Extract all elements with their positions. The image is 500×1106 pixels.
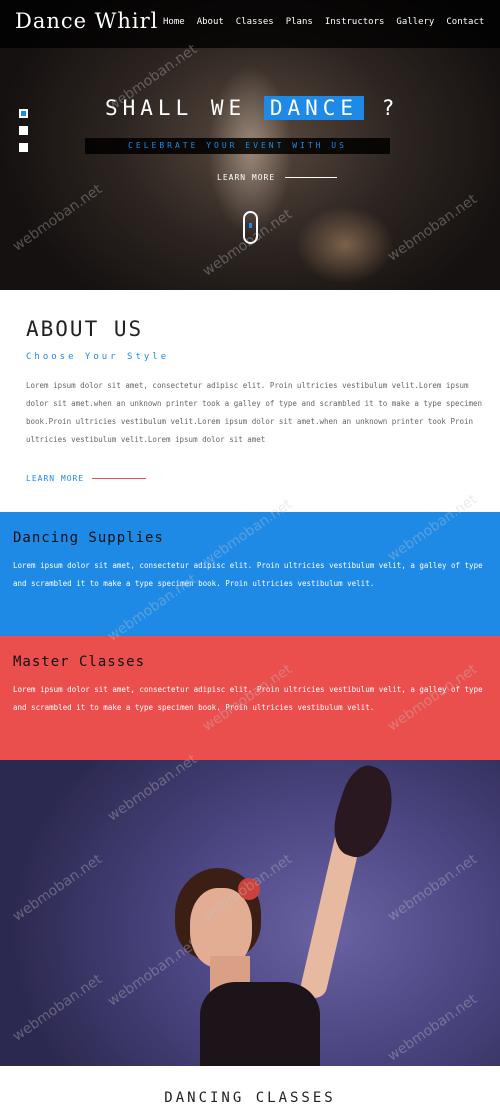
about-body: Lorem ipsum dolor sit amet, consectetur … [26, 381, 483, 444]
hero-learn-more-link[interactable]: LEARN MORE [217, 173, 275, 182]
site-logo[interactable]: Dance Whirl [15, 9, 158, 33]
dancer-photo [0, 760, 500, 1066]
headline-highlight: DANCE [263, 96, 365, 120]
about-section: ABOUT US Choose Your Style Lorem ipsum d… [0, 290, 500, 512]
dancer-flower [238, 878, 260, 900]
headline-post: ? [381, 96, 400, 120]
about-learn-more-link[interactable]: LEARN MORE [26, 474, 84, 483]
nav-item-instructors[interactable]: Instructors [325, 17, 385, 27]
masters-body: Lorem ipsum dolor sit amet, consectetur … [13, 685, 483, 712]
scroll-down-icon[interactable] [243, 211, 258, 244]
nav-item-contact[interactable]: Contact [446, 17, 484, 27]
hero-tagline: CELEBRATE YOUR EVENT WITH US [85, 138, 390, 154]
nav-item-plans[interactable]: Plans [286, 17, 313, 27]
about-subtitle: Choose Your Style [26, 352, 170, 362]
nav-item-about[interactable]: About [197, 17, 224, 27]
supplies-title: Dancing Supplies [13, 530, 164, 546]
nav-item-gallery[interactable]: Gallery [396, 17, 434, 27]
supplies-body: Lorem ipsum dolor sit amet, consectetur … [13, 561, 483, 588]
hero-headline: SHALL WE DANCE ? [105, 96, 405, 120]
about-title: ABOUT US [26, 317, 144, 341]
top-navbar: Dance Whirl Home About Classes Plans Ins… [0, 0, 500, 48]
slider-bullets [19, 109, 28, 160]
dancer-dress [200, 982, 320, 1066]
nav-item-classes[interactable]: Classes [236, 17, 274, 27]
dancing-classes-title: DANCING CLASSES [164, 1090, 336, 1106]
hero-learn-more-underline [285, 177, 337, 178]
about-learn-more-underline [92, 478, 146, 479]
hero-slider: Dance Whirl Home About Classes Plans Ins… [0, 0, 500, 290]
slider-bullet-3[interactable] [19, 143, 28, 152]
scroll-indicator-dot [249, 223, 252, 228]
slider-bullet-1[interactable] [19, 109, 28, 118]
dancing-classes-section: DANCING CLASSES [0, 1066, 500, 1106]
dancing-supplies-section: Dancing Supplies Lorem ipsum dolor sit a… [0, 512, 500, 636]
nav-item-home[interactable]: Home [163, 17, 185, 27]
headline-pre: SHALL WE [105, 96, 247, 120]
master-classes-section: Master Classes Lorem ipsum dolor sit ame… [0, 636, 500, 760]
main-nav: Home About Classes Plans Instructors Gal… [163, 17, 484, 27]
masters-title: Master Classes [13, 654, 146, 670]
slider-bullet-2[interactable] [19, 126, 28, 135]
